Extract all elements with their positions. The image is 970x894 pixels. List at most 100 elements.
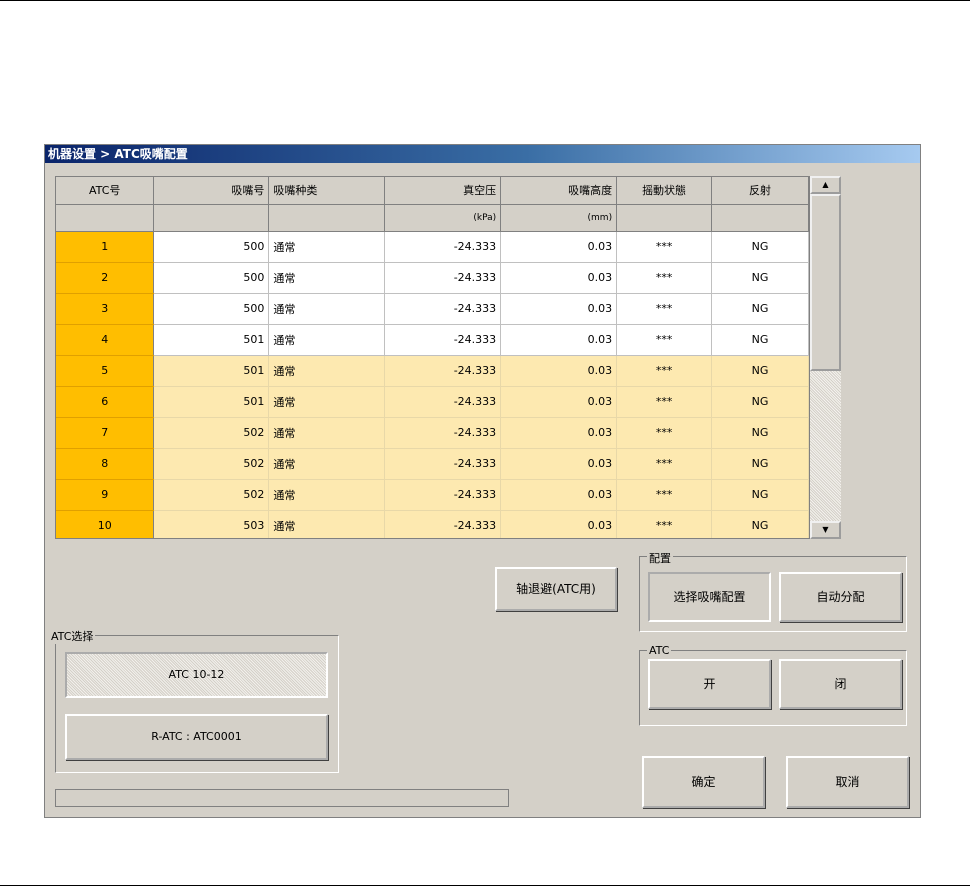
header-nozzle-no[interactable]: 吸嘴号 bbox=[153, 177, 270, 205]
table-row[interactable]: 6 501 通常 -24.333 0.03 *** NG bbox=[56, 386, 809, 418]
vacuum-cell[interactable]: -24.333 bbox=[384, 386, 502, 418]
nozzle-number-cell[interactable]: 502 bbox=[153, 479, 270, 511]
nozzle-number-cell[interactable]: 500 bbox=[153, 262, 270, 294]
reflect-cell[interactable]: NG bbox=[711, 293, 809, 325]
height-cell[interactable]: 0.03 bbox=[500, 293, 618, 325]
nozzle-grid[interactable]: ATC号 吸嘴号 吸嘴种类 真空压 吸嘴高度 摇動状態 反射 (kPa) (mm… bbox=[55, 176, 810, 539]
header-reflect[interactable]: 反射 bbox=[711, 177, 809, 205]
atc-number-cell[interactable]: 1 bbox=[56, 231, 155, 263]
table-row[interactable]: 1 500 通常 -24.333 0.03 *** NG bbox=[56, 231, 809, 263]
table-row[interactable]: 9 502 通常 -24.333 0.03 *** NG bbox=[56, 479, 809, 511]
vacuum-cell[interactable]: -24.333 bbox=[384, 448, 502, 480]
ok-button[interactable]: 确定 bbox=[642, 756, 765, 808]
atc-number-cell[interactable]: 9 bbox=[56, 479, 155, 511]
reflect-cell[interactable]: NG bbox=[711, 231, 809, 263]
table-row[interactable]: 10 503 通常 -24.333 0.03 *** NG bbox=[56, 510, 809, 538]
height-cell[interactable]: 0.03 bbox=[500, 324, 618, 356]
reflect-cell[interactable]: NG bbox=[711, 262, 809, 294]
nozzle-type-cell[interactable]: 通常 bbox=[268, 262, 386, 294]
nozzle-type-cell[interactable]: 通常 bbox=[268, 510, 386, 538]
state-cell[interactable]: *** bbox=[616, 417, 713, 449]
nozzle-type-cell[interactable]: 通常 bbox=[268, 293, 386, 325]
header-nozzle-type[interactable]: 吸嘴种类 bbox=[268, 177, 386, 205]
vacuum-cell[interactable]: -24.333 bbox=[384, 324, 502, 356]
nozzle-number-cell[interactable]: 501 bbox=[153, 386, 270, 418]
grid-scrollbar[interactable]: ▲ ▼ bbox=[810, 176, 841, 539]
nozzle-number-cell[interactable]: 501 bbox=[153, 355, 270, 387]
auto-assign-button[interactable]: 自动分配 bbox=[779, 572, 902, 622]
table-row[interactable]: 2 500 通常 -24.333 0.03 *** NG bbox=[56, 262, 809, 294]
nozzle-number-cell[interactable]: 503 bbox=[153, 510, 270, 538]
state-cell[interactable]: *** bbox=[616, 386, 713, 418]
height-cell[interactable]: 0.03 bbox=[500, 386, 618, 418]
state-cell[interactable]: *** bbox=[616, 448, 713, 480]
table-row[interactable]: 5 501 通常 -24.333 0.03 *** NG bbox=[56, 355, 809, 387]
atc-number-cell[interactable]: 10 bbox=[56, 510, 155, 538]
state-cell[interactable]: *** bbox=[616, 324, 713, 356]
nozzle-type-cell[interactable]: 通常 bbox=[268, 417, 386, 449]
table-row[interactable]: 8 502 通常 -24.333 0.03 *** NG bbox=[56, 448, 809, 480]
state-cell[interactable]: *** bbox=[616, 355, 713, 387]
nozzle-type-cell[interactable]: 通常 bbox=[268, 355, 386, 387]
nozzle-type-cell[interactable]: 通常 bbox=[268, 448, 386, 480]
atc-close-button[interactable]: 闭 bbox=[779, 659, 902, 709]
table-row[interactable]: 7 502 通常 -24.333 0.03 *** NG bbox=[56, 417, 809, 449]
height-cell[interactable]: 0.03 bbox=[500, 448, 618, 480]
header-state[interactable]: 摇動状態 bbox=[616, 177, 713, 205]
atc-open-button[interactable]: 开 bbox=[648, 659, 771, 709]
nozzle-type-cell[interactable]: 通常 bbox=[268, 386, 386, 418]
header-nozzle-height[interactable]: 吸嘴高度 bbox=[500, 177, 618, 205]
reflect-cell[interactable]: NG bbox=[711, 448, 809, 480]
height-cell[interactable]: 0.03 bbox=[500, 510, 618, 538]
scroll-track[interactable] bbox=[810, 371, 841, 521]
nozzle-number-cell[interactable]: 502 bbox=[153, 417, 270, 449]
reflect-cell[interactable]: NG bbox=[711, 417, 809, 449]
atc-number-cell[interactable]: 2 bbox=[56, 262, 155, 294]
reflect-cell[interactable]: NG bbox=[711, 355, 809, 387]
height-cell[interactable]: 0.03 bbox=[500, 355, 618, 387]
vacuum-cell[interactable]: -24.333 bbox=[384, 262, 502, 294]
vacuum-cell[interactable]: -24.333 bbox=[384, 231, 502, 263]
cancel-button[interactable]: 取消 bbox=[786, 756, 909, 808]
nozzle-type-cell[interactable]: 通常 bbox=[268, 479, 386, 511]
scroll-up-button[interactable]: ▲ bbox=[810, 176, 841, 194]
nozzle-number-cell[interactable]: 500 bbox=[153, 231, 270, 263]
atc-number-cell[interactable]: 5 bbox=[56, 355, 155, 387]
state-cell[interactable]: *** bbox=[616, 231, 713, 263]
vacuum-cell[interactable]: -24.333 bbox=[384, 510, 502, 538]
state-cell[interactable]: *** bbox=[616, 479, 713, 511]
axis-retreat-button[interactable]: 轴退避(ATC用) bbox=[495, 567, 617, 611]
select-nozzle-config-button[interactable]: 选择吸嘴配置 bbox=[648, 572, 771, 622]
vacuum-cell[interactable]: -24.333 bbox=[384, 293, 502, 325]
atc-number-cell[interactable]: 6 bbox=[56, 386, 155, 418]
scroll-thumb[interactable] bbox=[810, 194, 841, 371]
reflect-cell[interactable]: NG bbox=[711, 386, 809, 418]
vacuum-cell[interactable]: -24.333 bbox=[384, 479, 502, 511]
state-cell[interactable]: *** bbox=[616, 510, 713, 538]
height-cell[interactable]: 0.03 bbox=[500, 262, 618, 294]
header-atc-no[interactable]: ATC号 bbox=[56, 177, 155, 205]
reflect-cell[interactable]: NG bbox=[711, 324, 809, 356]
reflect-cell[interactable]: NG bbox=[711, 510, 809, 538]
atc-number-cell[interactable]: 4 bbox=[56, 324, 155, 356]
reflect-cell[interactable]: NG bbox=[711, 479, 809, 511]
table-row[interactable]: 3 500 通常 -24.333 0.03 *** NG bbox=[56, 293, 809, 325]
header-vacuum[interactable]: 真空压 bbox=[384, 177, 502, 205]
nozzle-number-cell[interactable]: 502 bbox=[153, 448, 270, 480]
ratc-button[interactable]: R-ATC : ATC0001 bbox=[65, 714, 328, 760]
nozzle-number-cell[interactable]: 501 bbox=[153, 324, 270, 356]
atc-number-cell[interactable]: 8 bbox=[56, 448, 155, 480]
nozzle-type-cell[interactable]: 通常 bbox=[268, 231, 386, 263]
atc-number-cell[interactable]: 3 bbox=[56, 293, 155, 325]
vacuum-cell[interactable]: -24.333 bbox=[384, 417, 502, 449]
height-cell[interactable]: 0.03 bbox=[500, 479, 618, 511]
scroll-down-button[interactable]: ▼ bbox=[810, 521, 841, 539]
table-row[interactable]: 4 501 通常 -24.333 0.03 *** NG bbox=[56, 324, 809, 356]
vacuum-cell[interactable]: -24.333 bbox=[384, 355, 502, 387]
nozzle-number-cell[interactable]: 500 bbox=[153, 293, 270, 325]
state-cell[interactable]: *** bbox=[616, 262, 713, 294]
height-cell[interactable]: 0.03 bbox=[500, 231, 618, 263]
atc-number-cell[interactable]: 7 bbox=[56, 417, 155, 449]
state-cell[interactable]: *** bbox=[616, 293, 713, 325]
height-cell[interactable]: 0.03 bbox=[500, 417, 618, 449]
